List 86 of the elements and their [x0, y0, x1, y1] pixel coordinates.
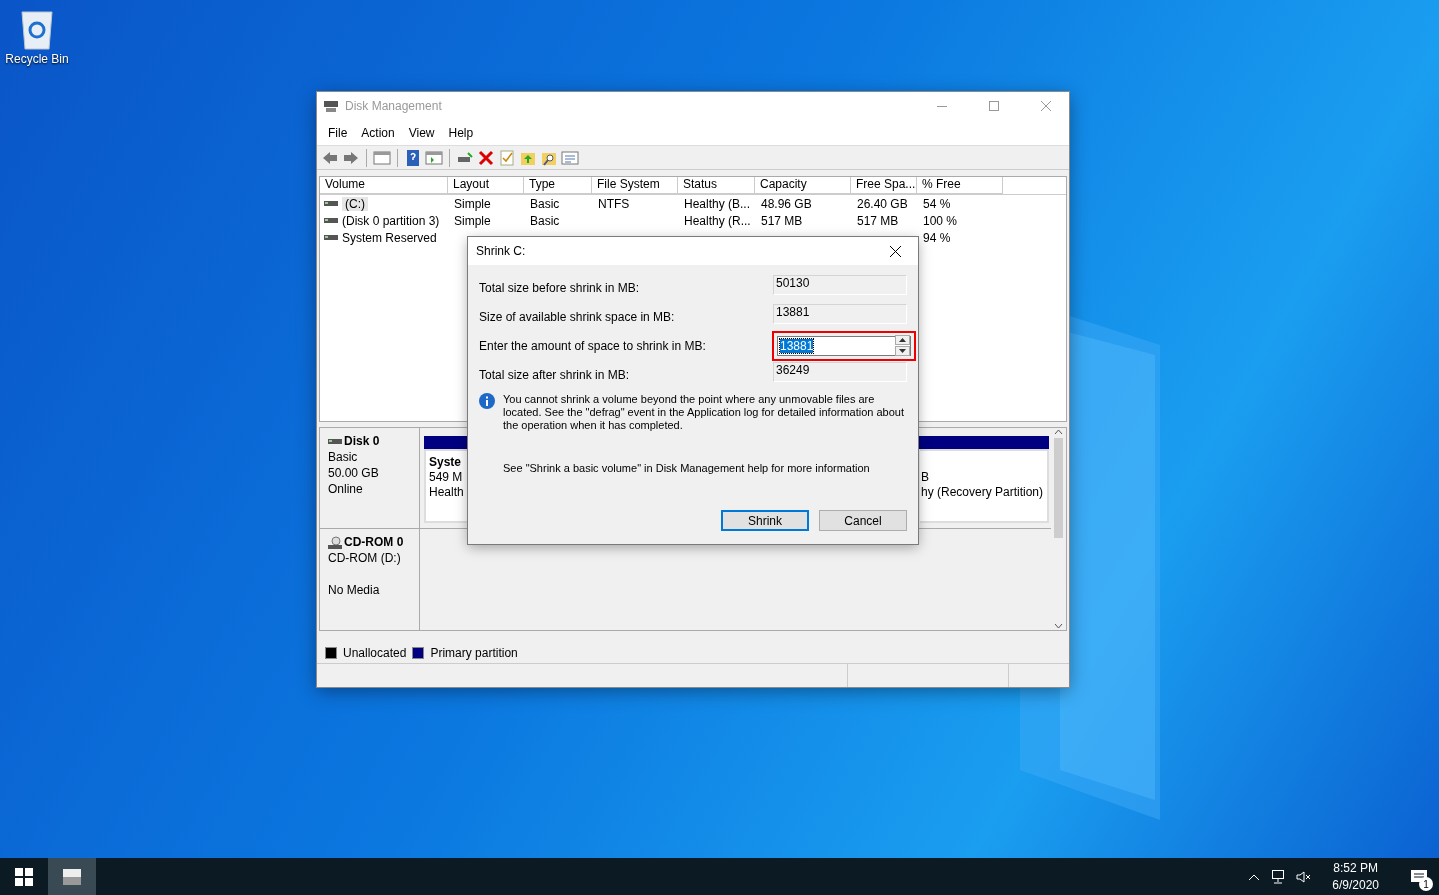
table-cell: Healthy (R...	[684, 213, 751, 228]
delete-icon[interactable]	[477, 148, 495, 167]
partition-name: Syste	[429, 455, 463, 470]
window-title: Disk Management	[345, 99, 443, 113]
table-cell: 94 %	[923, 230, 951, 245]
disk-size: 50.00 GB	[328, 466, 380, 481]
readonly-field: 36249	[773, 362, 907, 382]
chevron-up-icon[interactable]	[1248, 872, 1261, 881]
table-cell: 517 MB	[857, 213, 899, 228]
clock-time[interactable]: 8:52 PM	[1333, 859, 1378, 877]
drive-letter-entry[interactable]: (C:)	[342, 196, 368, 211]
menu-item[interactable]: File	[321, 125, 355, 140]
disk-status: No Media	[328, 583, 381, 598]
table-cell: Basic	[530, 213, 560, 228]
disk-status: Online	[328, 482, 364, 497]
taskbar-app-button[interactable]	[48, 858, 96, 895]
scrollbar[interactable]	[1051, 428, 1066, 630]
help-message: See "Shrink a basic volume" in Disk Management help for more information	[503, 462, 870, 474]
drive-icon	[324, 235, 338, 240]
legend-label: Unallocated	[343, 646, 407, 660]
table-cell: 517 MB	[761, 213, 803, 228]
column-header[interactable]: Volume	[320, 177, 448, 194]
partition-size: 549 M	[429, 470, 464, 485]
dialog-title: Shrink C:	[476, 244, 527, 258]
notification-count: 1	[1419, 877, 1433, 891]
readonly-field: 13881	[773, 304, 907, 324]
field-label: Total size before shrink in MB:	[479, 280, 641, 295]
table-cell: Simple	[454, 213, 491, 228]
field-label: Size of available shrink space in MB:	[479, 309, 676, 324]
console-tree-icon[interactable]	[373, 148, 391, 167]
column-header[interactable]: Free Spa...	[851, 177, 917, 194]
partition-block[interactable]: B hy (Recovery Partition)	[920, 449, 1049, 523]
disk-type: CD-ROM (D:)	[328, 551, 402, 566]
partition-status: hy (Recovery Partition)	[921, 485, 1045, 500]
spin-up-icon[interactable]	[899, 338, 906, 342]
table-cell: 54 %	[923, 196, 951, 211]
spin-down-icon[interactable]	[899, 349, 906, 353]
start-icon[interactable]	[15, 867, 33, 886]
drive-icon	[324, 218, 338, 223]
partition-block[interactable]: Syste 549 M Health	[424, 449, 468, 523]
column-header[interactable]: Status	[678, 177, 755, 194]
drive-letter-entry[interactable]: System Reserved	[342, 230, 437, 245]
column-header[interactable]: Layout	[448, 177, 524, 194]
table-cell: Healthy (B...	[684, 196, 751, 211]
partition-status: Health	[429, 485, 465, 500]
drive-icon	[328, 439, 342, 444]
table-cell: 26.40 GB	[857, 196, 908, 211]
column-header[interactable]: Capacity	[755, 177, 851, 194]
info-icon	[479, 393, 495, 409]
action-pane-icon[interactable]	[425, 148, 443, 167]
desktop-icon-label[interactable]: Recycle Bin	[5, 52, 69, 66]
drive-letter-entry[interactable]: (Disk 0 partition 3)	[342, 213, 440, 228]
amount-spinner[interactable]: 13881	[777, 335, 911, 356]
scroll-up-icon[interactable]	[1054, 428, 1063, 436]
column-header[interactable]: Type	[524, 177, 592, 194]
table-cell: 48.96 GB	[761, 196, 812, 211]
disk-name[interactable]: Disk 0	[344, 434, 380, 449]
cancel-button[interactable]: Cancel	[819, 510, 907, 531]
clock-date[interactable]: 6/9/2020	[1332, 876, 1379, 894]
partition-size: B	[921, 470, 930, 485]
help-icon[interactable]	[404, 148, 422, 167]
menu-item[interactable]: Action	[354, 125, 402, 140]
readonly-field: 50130	[773, 275, 907, 295]
disk-name[interactable]: CD-ROM 0	[344, 535, 404, 550]
info-message: You cannot shrink a volume beyond the point where any unmovable files are located. See the "defrag" event in the Application log for detailed information about the operation when it has completed.	[503, 393, 906, 432]
field-label: Total size after shrink in MB:	[479, 367, 631, 382]
network-icon[interactable]	[1270, 869, 1287, 884]
table-cell: Simple	[454, 196, 491, 211]
menu-item[interactable]: View	[401, 125, 442, 140]
column-header[interactable]: File System	[592, 177, 678, 194]
drive-icon[interactable]	[61, 866, 83, 887]
table-cell: 100 %	[923, 213, 958, 228]
disk-management-icon	[323, 99, 339, 113]
shrink-button[interactable]: Shrink	[721, 510, 809, 531]
field-label: Enter the amount of space to shrink in MB:	[479, 338, 707, 353]
disk-type: Basic	[328, 450, 359, 465]
speaker-muted-icon[interactable]	[1296, 870, 1313, 883]
cd-drive-icon	[328, 535, 342, 550]
menu-item[interactable]: Help	[441, 125, 481, 140]
checklist-icon[interactable]	[498, 148, 516, 167]
table-cell: NTFS	[598, 196, 630, 211]
column-header[interactable]: % Free	[917, 177, 1003, 194]
table-cell: Basic	[530, 196, 560, 211]
drive-icon	[324, 201, 338, 206]
scroll-down-icon[interactable]	[1054, 622, 1063, 630]
legend-label: Primary partition	[430, 646, 518, 660]
